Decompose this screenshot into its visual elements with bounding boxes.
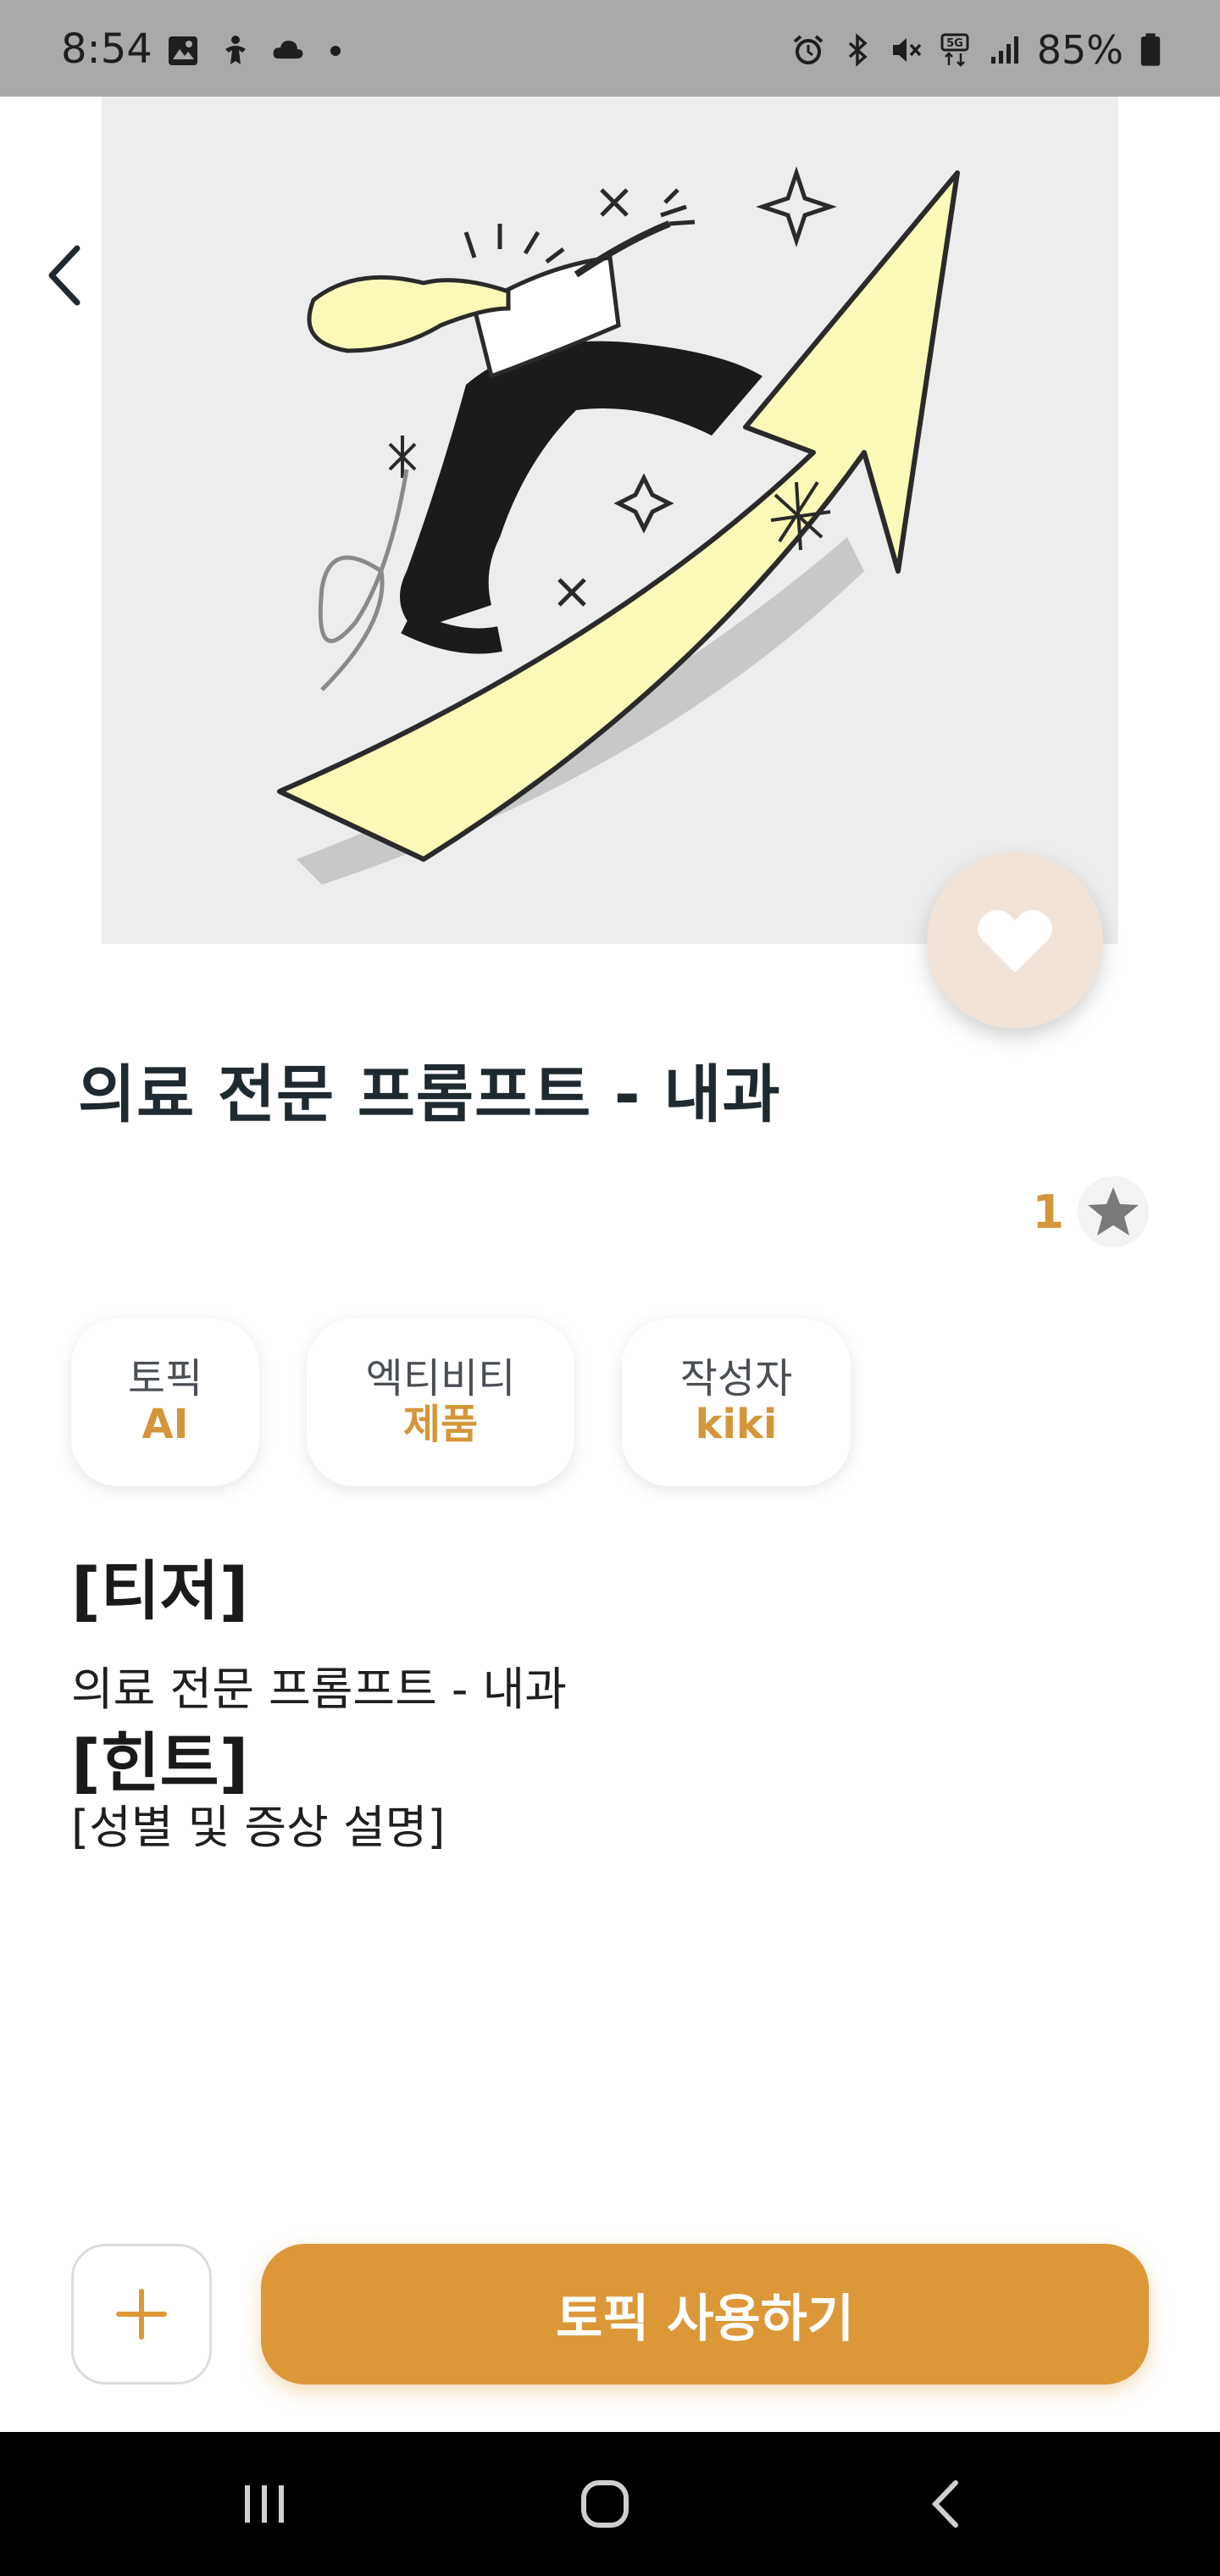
hint-heading: [힌트] [71, 1725, 249, 1802]
hint-text: [성별 및 증상 설명] [71, 1800, 446, 1854]
teaser-heading: [티저] [71, 1553, 249, 1629]
mute-icon [892, 38, 922, 62]
chip-label: 작성자 [679, 1355, 793, 1402]
dot-icon [330, 46, 341, 56]
chip-value: AI [141, 1400, 189, 1448]
chip-author[interactable]: 작성자 kiki [622, 1319, 851, 1486]
heart-icon [978, 909, 1052, 973]
5g-icon: 5G [940, 33, 969, 67]
chip-activity[interactable]: 엑티비티 제품 [307, 1319, 574, 1486]
recent-apps-icon [245, 2485, 284, 2523]
gallery-icon [169, 36, 197, 65]
nav-back-button[interactable] [903, 2474, 988, 2534]
rating[interactable]: 1 [1032, 1176, 1149, 1247]
alarm-icon [793, 35, 824, 64]
info-chips: 토픽 AI 엑티비티 제품 작성자 kiki [71, 1319, 851, 1486]
chip-label: 토픽 [127, 1355, 203, 1402]
chip-value: 제품 [402, 1400, 479, 1448]
chip-value: kiki [695, 1400, 778, 1448]
status-icons-left [166, 34, 358, 68]
home-button[interactable] [563, 2474, 647, 2534]
status-time: 8:54 [61, 25, 152, 73]
accessibility-icon [225, 36, 246, 64]
rising-arrow-illustration [277, 166, 960, 885]
cloud-icon [273, 41, 303, 59]
back-button[interactable] [37, 237, 92, 314]
back-icon [931, 2480, 958, 2528]
chip-label: 엑티비티 [365, 1355, 516, 1402]
add-button[interactable] [71, 2244, 212, 2384]
use-topic-button[interactable]: 토픽 사용하기 [261, 2244, 1149, 2384]
recent-apps-button[interactable] [222, 2474, 307, 2534]
bluetooth-icon [848, 33, 868, 67]
rating-count: 1 [1032, 1185, 1064, 1239]
rating-star-button[interactable] [1078, 1176, 1149, 1247]
star-icon [1088, 1187, 1139, 1235]
description: [티저] 의료 전문 프롬프트 - 내과 [힌트] [성별 및 증상 설명] [71, 1556, 1156, 1856]
system-nav-bar [0, 2432, 1220, 2576]
chevron-left-icon [48, 245, 80, 306]
page-title: 의료 전문 프롬프트 - 내과 [78, 1058, 781, 1131]
plus-icon [116, 2289, 167, 2340]
svg-text:5G: 5G [946, 37, 963, 50]
teaser-text: 의료 전문 프롬프트 - 내과 [71, 1662, 567, 1716]
hero-image-area [0, 97, 1220, 974]
status-bar: 8:54 5G 85% [0, 0, 1220, 97]
signal-icon [990, 36, 1018, 64]
hero-illustration [102, 97, 1118, 974]
like-button[interactable] [927, 852, 1103, 1029]
battery-percentage: 85% [1036, 27, 1123, 73]
battery-icon [1140, 33, 1161, 66]
chip-topic[interactable]: 토픽 AI [71, 1319, 259, 1486]
home-icon [581, 2480, 629, 2528]
status-icons-right: 5G 85% [791, 31, 1162, 69]
